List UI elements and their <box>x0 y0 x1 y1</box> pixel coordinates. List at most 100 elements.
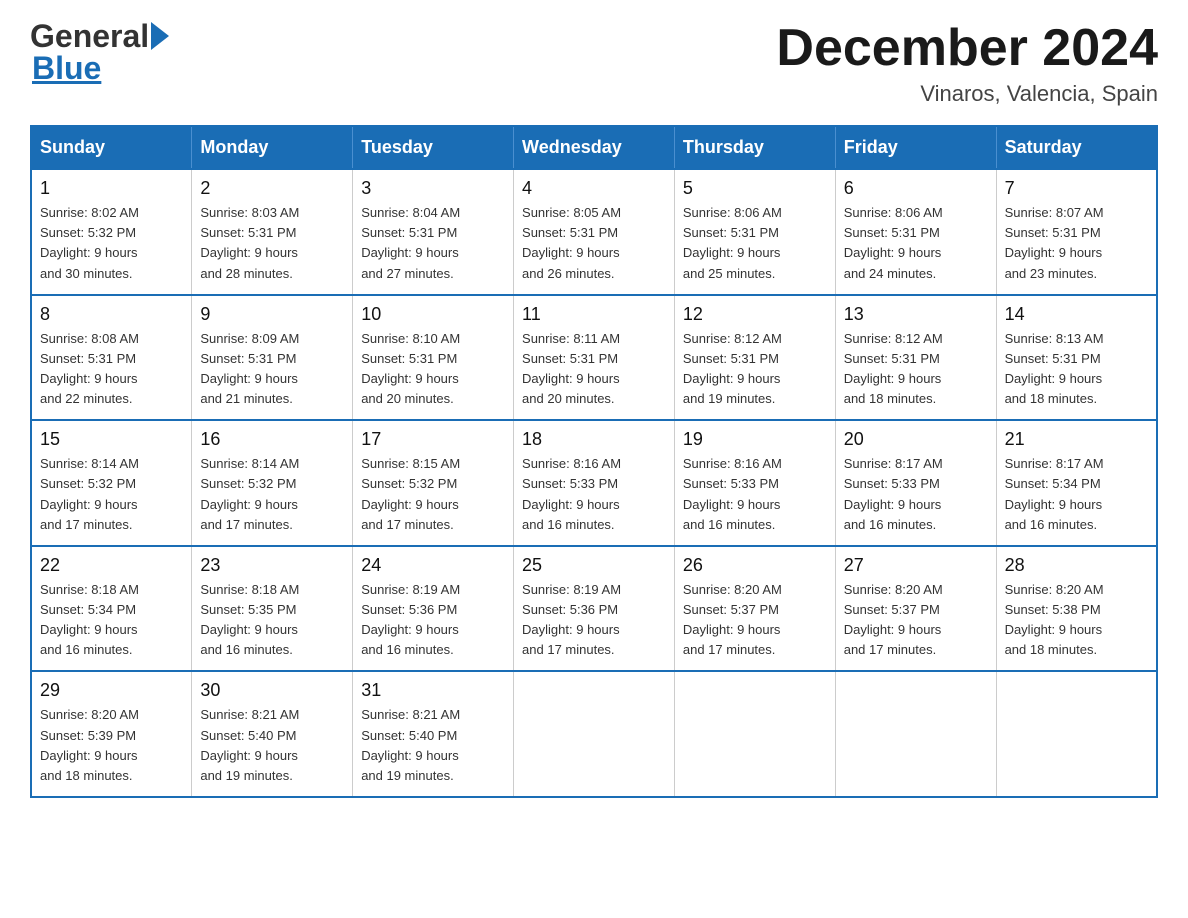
day-info: Sunrise: 8:17 AMSunset: 5:33 PMDaylight:… <box>844 454 988 535</box>
calendar-cell: 14 Sunrise: 8:13 AMSunset: 5:31 PMDaylig… <box>996 295 1157 421</box>
calendar-header: Sunday Monday Tuesday Wednesday Thursday… <box>31 126 1157 169</box>
col-wednesday: Wednesday <box>514 126 675 169</box>
logo-image: General Blue <box>30 20 169 84</box>
day-info: Sunrise: 8:08 AMSunset: 5:31 PMDaylight:… <box>40 329 183 410</box>
calendar-cell <box>514 671 675 797</box>
calendar-cell: 10 Sunrise: 8:10 AMSunset: 5:31 PMDaylig… <box>353 295 514 421</box>
col-monday: Monday <box>192 126 353 169</box>
calendar-cell: 26 Sunrise: 8:20 AMSunset: 5:37 PMDaylig… <box>674 546 835 672</box>
calendar-cell: 19 Sunrise: 8:16 AMSunset: 5:33 PMDaylig… <box>674 420 835 546</box>
calendar-cell: 9 Sunrise: 8:09 AMSunset: 5:31 PMDayligh… <box>192 295 353 421</box>
day-info: Sunrise: 8:07 AMSunset: 5:31 PMDaylight:… <box>1005 203 1148 284</box>
calendar-cell <box>835 671 996 797</box>
day-number: 18 <box>522 429 666 450</box>
day-number: 31 <box>361 680 505 701</box>
header-row: Sunday Monday Tuesday Wednesday Thursday… <box>31 126 1157 169</box>
day-number: 14 <box>1005 304 1148 325</box>
logo-blue-text: Blue <box>32 52 101 84</box>
day-number: 2 <box>200 178 344 199</box>
day-info: Sunrise: 8:18 AMSunset: 5:35 PMDaylight:… <box>200 580 344 661</box>
day-info: Sunrise: 8:02 AMSunset: 5:32 PMDaylight:… <box>40 203 183 284</box>
day-info: Sunrise: 8:16 AMSunset: 5:33 PMDaylight:… <box>522 454 666 535</box>
col-saturday: Saturday <box>996 126 1157 169</box>
calendar-week-2: 8 Sunrise: 8:08 AMSunset: 5:31 PMDayligh… <box>31 295 1157 421</box>
day-number: 8 <box>40 304 183 325</box>
page-header: General Blue December 2024 Vinaros, Vale… <box>30 20 1158 107</box>
day-info: Sunrise: 8:09 AMSunset: 5:31 PMDaylight:… <box>200 329 344 410</box>
calendar-cell <box>996 671 1157 797</box>
calendar-cell: 30 Sunrise: 8:21 AMSunset: 5:40 PMDaylig… <box>192 671 353 797</box>
day-number: 22 <box>40 555 183 576</box>
day-info: Sunrise: 8:17 AMSunset: 5:34 PMDaylight:… <box>1005 454 1148 535</box>
calendar-cell <box>674 671 835 797</box>
day-number: 26 <box>683 555 827 576</box>
day-number: 7 <box>1005 178 1148 199</box>
calendar-cell: 5 Sunrise: 8:06 AMSunset: 5:31 PMDayligh… <box>674 169 835 295</box>
calendar-cell: 2 Sunrise: 8:03 AMSunset: 5:31 PMDayligh… <box>192 169 353 295</box>
day-number: 29 <box>40 680 183 701</box>
calendar-cell: 21 Sunrise: 8:17 AMSunset: 5:34 PMDaylig… <box>996 420 1157 546</box>
calendar-cell: 23 Sunrise: 8:18 AMSunset: 5:35 PMDaylig… <box>192 546 353 672</box>
calendar-week-5: 29 Sunrise: 8:20 AMSunset: 5:39 PMDaylig… <box>31 671 1157 797</box>
col-friday: Friday <box>835 126 996 169</box>
col-thursday: Thursday <box>674 126 835 169</box>
col-tuesday: Tuesday <box>353 126 514 169</box>
calendar-cell: 3 Sunrise: 8:04 AMSunset: 5:31 PMDayligh… <box>353 169 514 295</box>
col-sunday: Sunday <box>31 126 192 169</box>
day-info: Sunrise: 8:19 AMSunset: 5:36 PMDaylight:… <box>361 580 505 661</box>
day-number: 30 <box>200 680 344 701</box>
calendar-cell: 6 Sunrise: 8:06 AMSunset: 5:31 PMDayligh… <box>835 169 996 295</box>
day-info: Sunrise: 8:06 AMSunset: 5:31 PMDaylight:… <box>844 203 988 284</box>
day-number: 21 <box>1005 429 1148 450</box>
logo: General Blue <box>30 20 169 84</box>
calendar-cell: 16 Sunrise: 8:14 AMSunset: 5:32 PMDaylig… <box>192 420 353 546</box>
calendar-cell: 4 Sunrise: 8:05 AMSunset: 5:31 PMDayligh… <box>514 169 675 295</box>
day-info: Sunrise: 8:12 AMSunset: 5:31 PMDaylight:… <box>683 329 827 410</box>
logo-arrow-icon <box>151 22 169 50</box>
calendar-table: Sunday Monday Tuesday Wednesday Thursday… <box>30 125 1158 798</box>
calendar-cell: 31 Sunrise: 8:21 AMSunset: 5:40 PMDaylig… <box>353 671 514 797</box>
day-info: Sunrise: 8:13 AMSunset: 5:31 PMDaylight:… <box>1005 329 1148 410</box>
day-number: 17 <box>361 429 505 450</box>
day-info: Sunrise: 8:20 AMSunset: 5:37 PMDaylight:… <box>683 580 827 661</box>
calendar-cell: 12 Sunrise: 8:12 AMSunset: 5:31 PMDaylig… <box>674 295 835 421</box>
day-number: 1 <box>40 178 183 199</box>
day-number: 4 <box>522 178 666 199</box>
calendar-cell: 27 Sunrise: 8:20 AMSunset: 5:37 PMDaylig… <box>835 546 996 672</box>
day-info: Sunrise: 8:20 AMSunset: 5:38 PMDaylight:… <box>1005 580 1148 661</box>
day-info: Sunrise: 8:06 AMSunset: 5:31 PMDaylight:… <box>683 203 827 284</box>
day-number: 28 <box>1005 555 1148 576</box>
calendar-cell: 13 Sunrise: 8:12 AMSunset: 5:31 PMDaylig… <box>835 295 996 421</box>
day-info: Sunrise: 8:11 AMSunset: 5:31 PMDaylight:… <box>522 329 666 410</box>
calendar-week-3: 15 Sunrise: 8:14 AMSunset: 5:32 PMDaylig… <box>31 420 1157 546</box>
calendar-cell: 29 Sunrise: 8:20 AMSunset: 5:39 PMDaylig… <box>31 671 192 797</box>
day-number: 10 <box>361 304 505 325</box>
day-number: 11 <box>522 304 666 325</box>
day-number: 6 <box>844 178 988 199</box>
day-number: 12 <box>683 304 827 325</box>
day-number: 3 <box>361 178 505 199</box>
day-info: Sunrise: 8:15 AMSunset: 5:32 PMDaylight:… <box>361 454 505 535</box>
day-info: Sunrise: 8:14 AMSunset: 5:32 PMDaylight:… <box>40 454 183 535</box>
day-info: Sunrise: 8:20 AMSunset: 5:39 PMDaylight:… <box>40 705 183 786</box>
day-info: Sunrise: 8:21 AMSunset: 5:40 PMDaylight:… <box>361 705 505 786</box>
day-info: Sunrise: 8:03 AMSunset: 5:31 PMDaylight:… <box>200 203 344 284</box>
day-number: 24 <box>361 555 505 576</box>
calendar-cell: 20 Sunrise: 8:17 AMSunset: 5:33 PMDaylig… <box>835 420 996 546</box>
calendar-week-4: 22 Sunrise: 8:18 AMSunset: 5:34 PMDaylig… <box>31 546 1157 672</box>
day-number: 27 <box>844 555 988 576</box>
day-number: 15 <box>40 429 183 450</box>
title-block: December 2024 Vinaros, Valencia, Spain <box>776 20 1158 107</box>
day-info: Sunrise: 8:18 AMSunset: 5:34 PMDaylight:… <box>40 580 183 661</box>
day-info: Sunrise: 8:12 AMSunset: 5:31 PMDaylight:… <box>844 329 988 410</box>
logo-general-text: General <box>30 20 149 52</box>
calendar-cell: 7 Sunrise: 8:07 AMSunset: 5:31 PMDayligh… <box>996 169 1157 295</box>
calendar-cell: 1 Sunrise: 8:02 AMSunset: 5:32 PMDayligh… <box>31 169 192 295</box>
day-number: 9 <box>200 304 344 325</box>
day-number: 16 <box>200 429 344 450</box>
day-number: 23 <box>200 555 344 576</box>
calendar-cell: 11 Sunrise: 8:11 AMSunset: 5:31 PMDaylig… <box>514 295 675 421</box>
day-info: Sunrise: 8:19 AMSunset: 5:36 PMDaylight:… <box>522 580 666 661</box>
calendar-subtitle: Vinaros, Valencia, Spain <box>776 81 1158 107</box>
day-number: 20 <box>844 429 988 450</box>
